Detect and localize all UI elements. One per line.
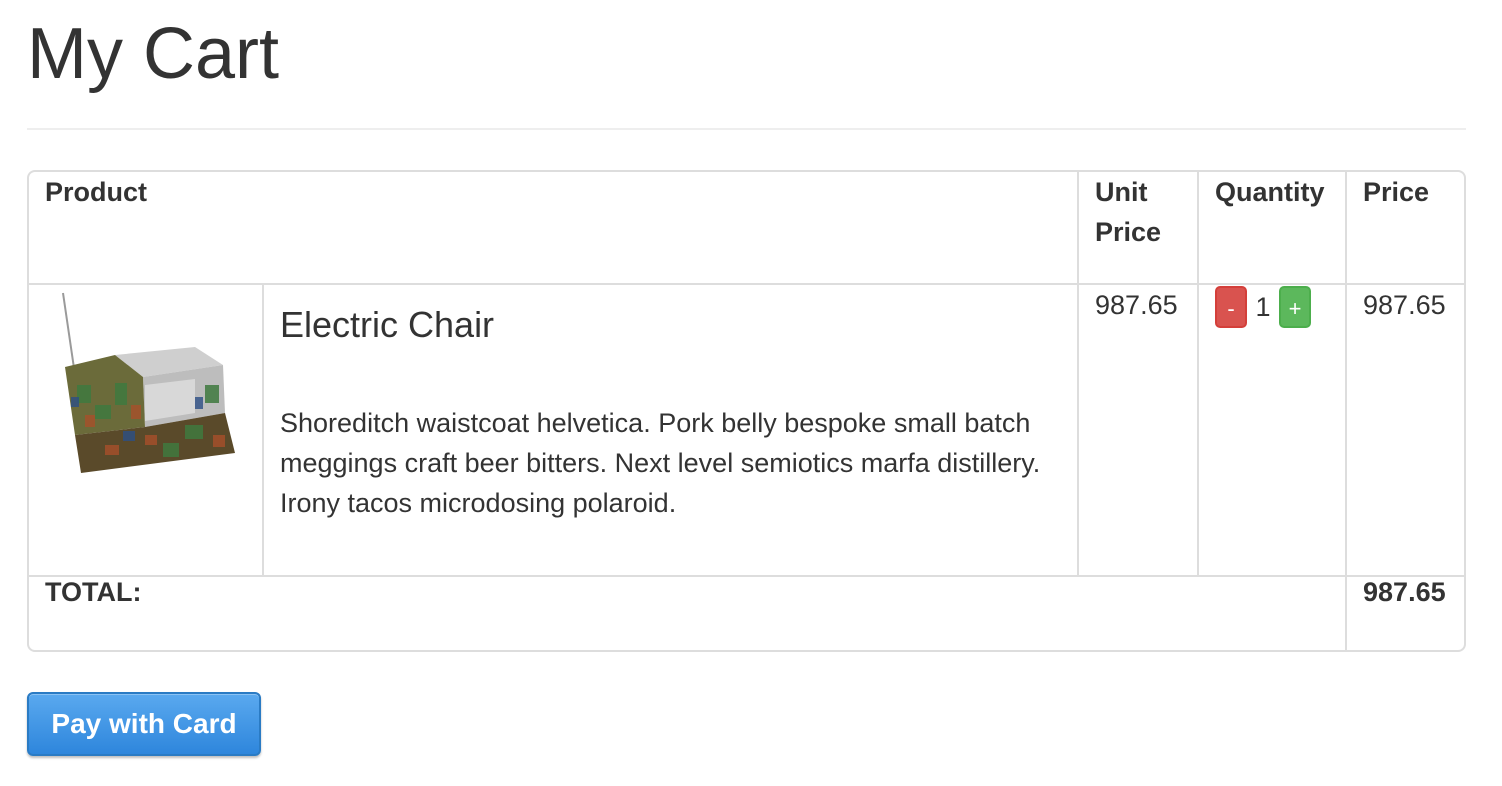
quantity-cell: - 1 + (1197, 283, 1348, 577)
increment-quantity-button[interactable]: + (1279, 286, 1312, 328)
page-title: My Cart (27, 14, 279, 94)
title-divider (27, 128, 1466, 130)
unit-price-cell: 987.65 (1077, 283, 1200, 577)
table-header-row: Product Unit Price Quantity Price (29, 172, 1464, 285)
total-label: TOTAL: (29, 575, 1348, 650)
quantity-value: 1 (1255, 291, 1271, 322)
total-row: TOTAL: 987.65 (29, 575, 1464, 650)
total-value: 987.65 (1345, 575, 1464, 650)
cart-page: My Cart Product Unit Price Quantity Pric… (27, 0, 1466, 756)
cart-table-container: Product Unit Price Quantity Price Electr… (27, 170, 1466, 652)
product-name: Electric Chair (280, 304, 495, 345)
chair-thumbnail-icon (45, 285, 245, 483)
table-row: Electric Chair Shoreditch waistcoat helv… (29, 283, 1464, 577)
product-image-cell (29, 283, 264, 577)
pay-with-card-button[interactable]: Pay with Card (27, 692, 261, 756)
column-header-product: Product (29, 172, 1080, 285)
product-description: Shoreditch waistcoat helvetica. Pork bel… (280, 408, 1041, 518)
line-price-cell: 987.65 (1345, 283, 1464, 577)
cart-table: Product Unit Price Quantity Price Electr… (29, 172, 1464, 650)
decrement-quantity-button[interactable]: - (1215, 286, 1248, 328)
column-header-unit-price: Unit Price (1077, 172, 1200, 285)
quantity-stepper: - 1 + (1215, 285, 1329, 329)
product-details-cell: Electric Chair Shoreditch waistcoat helv… (261, 283, 1080, 577)
column-header-quantity: Quantity (1197, 172, 1348, 285)
column-header-price: Price (1345, 172, 1464, 285)
